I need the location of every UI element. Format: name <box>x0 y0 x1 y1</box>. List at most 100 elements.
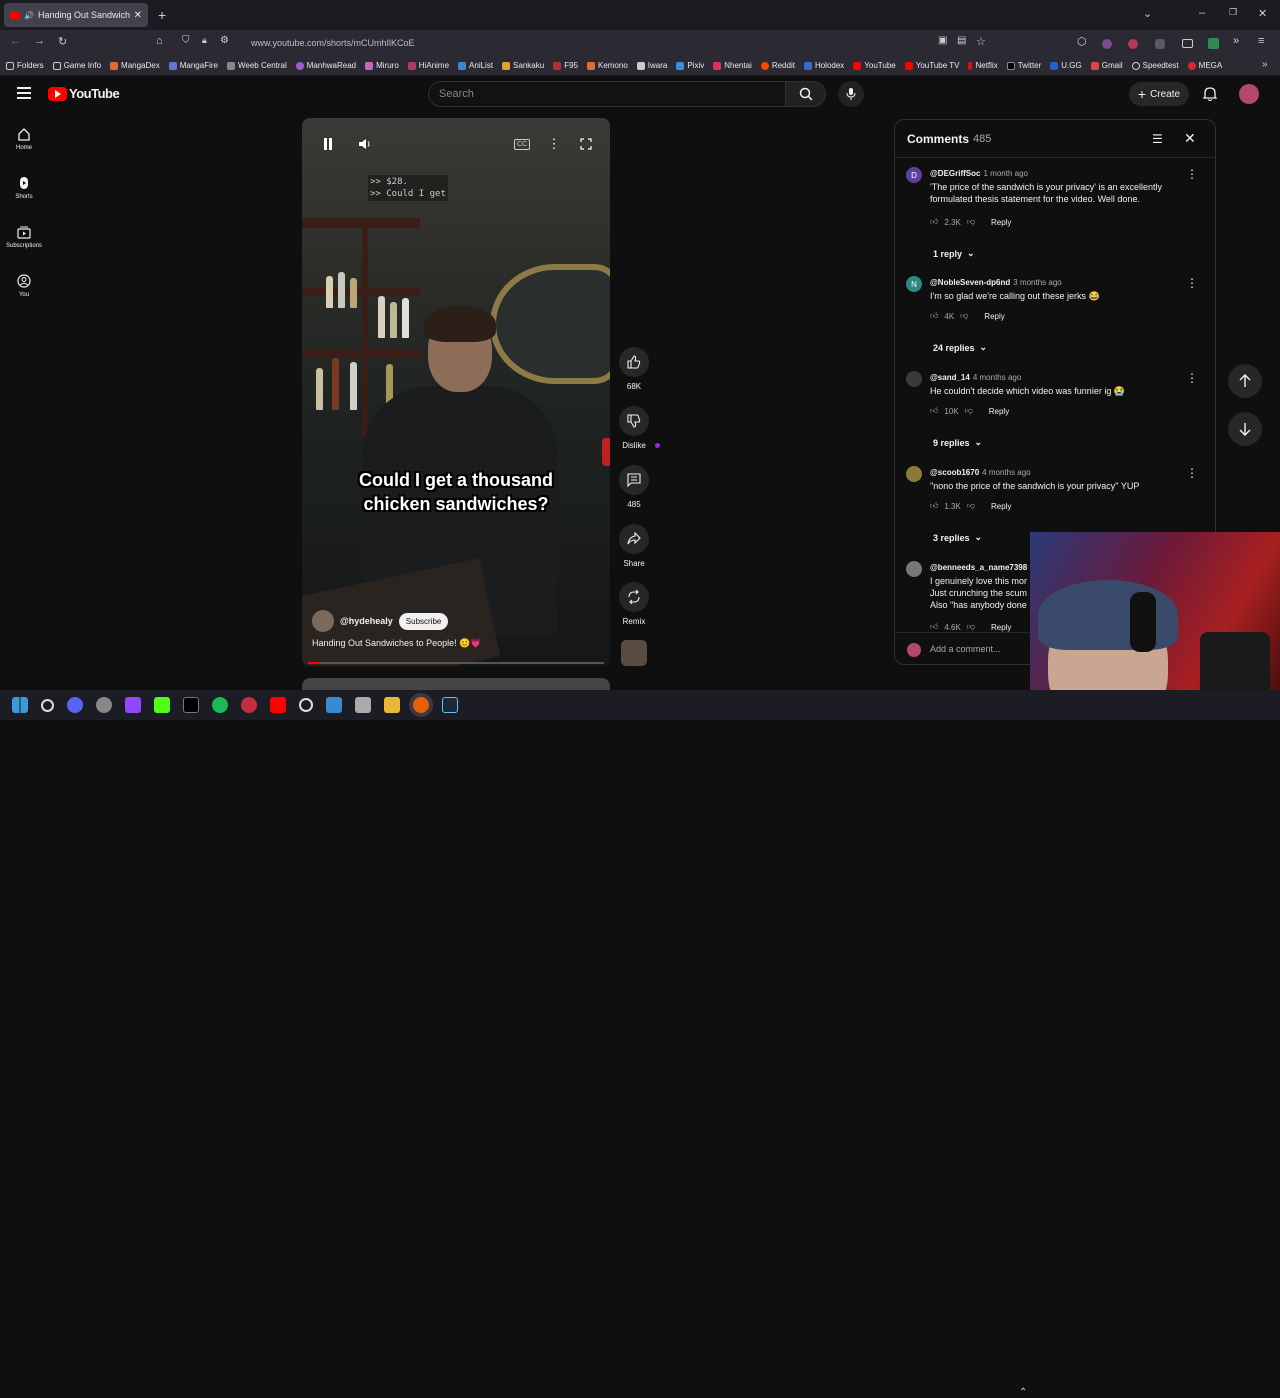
bookmark-item[interactable]: F95 <box>553 61 578 70</box>
guide-item-shorts[interactable]: Shorts <box>0 176 48 200</box>
search-icon[interactable] <box>41 698 54 712</box>
reply-button[interactable]: Reply <box>984 312 1004 321</box>
extension-4-icon[interactable] <box>1182 39 1193 48</box>
screenshot-icon[interactable]: ▣ <box>938 35 947 46</box>
bookmarks-overflow-icon[interactable]: » <box>1262 59 1268 70</box>
security-icon[interactable] <box>355 697 371 713</box>
search-button[interactable] <box>786 81 826 107</box>
sort-icon[interactable]: ☰ <box>1152 132 1163 146</box>
dislike-comment-icon[interactable]: 👎︎ <box>967 217 975 227</box>
app-icon[interactable] <box>241 697 257 713</box>
dislike-button[interactable]: Dislike <box>618 406 650 450</box>
browser-tab[interactable]: 🔊 Handing Out Sandwiches to People! ✕ <box>4 3 148 27</box>
view-replies-button[interactable]: 24 replies ⌄ <box>933 342 987 353</box>
x-icon[interactable] <box>183 697 199 713</box>
fullscreen-button[interactable] <box>572 130 600 158</box>
bookmark-item[interactable]: MangaDex <box>110 61 160 70</box>
new-tab-icon[interactable]: + <box>158 7 166 23</box>
channel-avatar[interactable] <box>312 610 334 632</box>
remix-button[interactable]: Remix <box>618 582 650 626</box>
extensions-icon[interactable]: ⬡ <box>1077 35 1087 48</box>
bookmark-item[interactable]: Holodex <box>803 61 844 70</box>
comment-author[interactable]: @sand_14 <box>930 373 970 382</box>
bookmark-item[interactable]: HiAnime <box>407 61 449 70</box>
speaker-icon[interactable]: 🔊 <box>24 11 34 20</box>
previous-short-button[interactable] <box>1228 364 1262 398</box>
notifications-bell-icon[interactable] <box>1202 86 1218 107</box>
media-player-icon[interactable] <box>299 698 313 712</box>
bookmark-item[interactable]: Gmail <box>1090 61 1123 70</box>
windows-start-icon[interactable] <box>12 697 28 713</box>
share-button[interactable]: Share <box>618 524 650 568</box>
comment-avatar[interactable] <box>906 561 922 577</box>
tray-chevron-icon[interactable]: ⌃ <box>1019 1387 1027 1398</box>
comment-menu-icon[interactable]: ⋮ <box>1186 466 1198 480</box>
bookmark-item[interactable]: ManhwaRead <box>295 61 356 70</box>
bookmark-item[interactable]: YouTube <box>853 61 896 70</box>
comment-author[interactable]: @scoob1670 <box>930 468 979 477</box>
dislike-comment-icon[interactable]: 👎︎ <box>967 501 975 511</box>
comment-time[interactable]: 4 months ago <box>982 468 1030 477</box>
tab-list-icon[interactable]: ⌄ <box>1143 7 1152 20</box>
bookmark-item[interactable]: Pixiv <box>676 61 704 70</box>
bookmark-item[interactable]: Twitter <box>1006 61 1041 70</box>
reply-button[interactable]: Reply <box>989 407 1009 416</box>
bookmark-item[interactable]: Netflix <box>968 61 998 70</box>
guide-item-you[interactable]: You <box>0 274 48 298</box>
account-avatar[interactable] <box>1239 84 1259 104</box>
spotify-icon[interactable] <box>212 697 228 713</box>
video-progress-bar[interactable] <box>308 662 604 664</box>
bookmark-item[interactable]: Game Info <box>52 61 101 70</box>
add-comment-input[interactable]: Add a comment... <box>930 644 1001 654</box>
shorts-video-player[interactable]: >> $28. >> Could I get Could I get a tho… <box>302 118 610 666</box>
like-comment-icon[interactable]: 👍︎ <box>930 501 938 511</box>
more-options-button[interactable]: ⋮ <box>540 130 568 158</box>
next-short-button[interactable] <box>1228 412 1262 446</box>
comment-menu-icon[interactable]: ⋮ <box>1186 276 1198 290</box>
bookmark-item[interactable]: Nhentai <box>713 61 752 70</box>
back-icon[interactable]: ← <box>10 35 21 47</box>
dislike-comment-icon[interactable]: 👎︎ <box>965 406 973 416</box>
steam-icon[interactable] <box>96 697 112 713</box>
channel-name[interactable]: @hydehealy <box>340 616 393 626</box>
bookmark-item[interactable]: U.GG <box>1050 61 1082 70</box>
reply-button[interactable]: Reply <box>991 502 1011 511</box>
like-button[interactable]: 68K <box>618 347 650 391</box>
guide-item-home[interactable]: Home <box>0 127 48 151</box>
bookmark-item[interactable]: Kemono <box>586 61 628 70</box>
maximize-icon[interactable]: ❐ <box>1229 7 1237 18</box>
comments-button[interactable]: 485 <box>618 465 650 509</box>
app-menu-icon[interactable]: ≡ <box>1258 35 1264 47</box>
comment-avatar[interactable]: D <box>906 167 922 183</box>
forward-icon[interactable]: → <box>34 35 45 47</box>
comment-time[interactable]: 3 months ago <box>1013 278 1061 287</box>
guide-item-subscriptions[interactable]: Subscriptions <box>0 225 48 249</box>
dislike-comment-icon[interactable]: 👎︎ <box>967 622 975 632</box>
like-comment-icon[interactable]: 👍︎ <box>930 622 938 632</box>
discord-icon[interactable] <box>67 697 83 713</box>
view-replies-button[interactable]: 9 replies ⌄ <box>933 437 982 448</box>
extension-3-icon[interactable] <box>1155 39 1165 49</box>
url-bar[interactable]: www.youtube.com/shorts/mCUmhIlKCoE <box>251 38 415 48</box>
comment-author[interactable]: @DEGriffSoc <box>930 169 980 178</box>
comment-author[interactable]: @NobleSeven-dp6nd <box>930 278 1010 287</box>
bookmark-item[interactable]: Iwara <box>636 61 667 70</box>
dislike-comment-icon[interactable]: 👎︎ <box>960 311 968 321</box>
comment-menu-icon[interactable]: ⋮ <box>1186 167 1198 181</box>
youtube-logo[interactable]: YouTube <box>48 86 120 101</box>
comment-avatar[interactable] <box>906 371 922 387</box>
view-replies-button[interactable]: 3 replies ⌄ <box>933 532 982 543</box>
home-icon[interactable]: ⌂ <box>156 35 163 47</box>
extension-2-icon[interactable] <box>1128 39 1138 49</box>
comment-avatar[interactable]: N <box>906 276 922 292</box>
bookmark-item[interactable]: YouTube TV <box>904 61 959 70</box>
reload-icon[interactable]: ↻ <box>58 35 67 48</box>
reply-button[interactable]: Reply <box>991 218 1011 227</box>
extension-5-icon[interactable] <box>1208 38 1219 49</box>
like-comment-icon[interactable]: 👍︎ <box>930 311 938 321</box>
youtube-icon[interactable] <box>270 697 286 713</box>
close-comments-icon[interactable]: ✕ <box>1184 130 1196 147</box>
steam-client-icon[interactable] <box>442 697 458 713</box>
view-replies-button[interactable]: 1 reply ⌄ <box>933 248 975 259</box>
comment-author[interactable]: @benneeds_a_name7398 <box>930 563 1027 572</box>
